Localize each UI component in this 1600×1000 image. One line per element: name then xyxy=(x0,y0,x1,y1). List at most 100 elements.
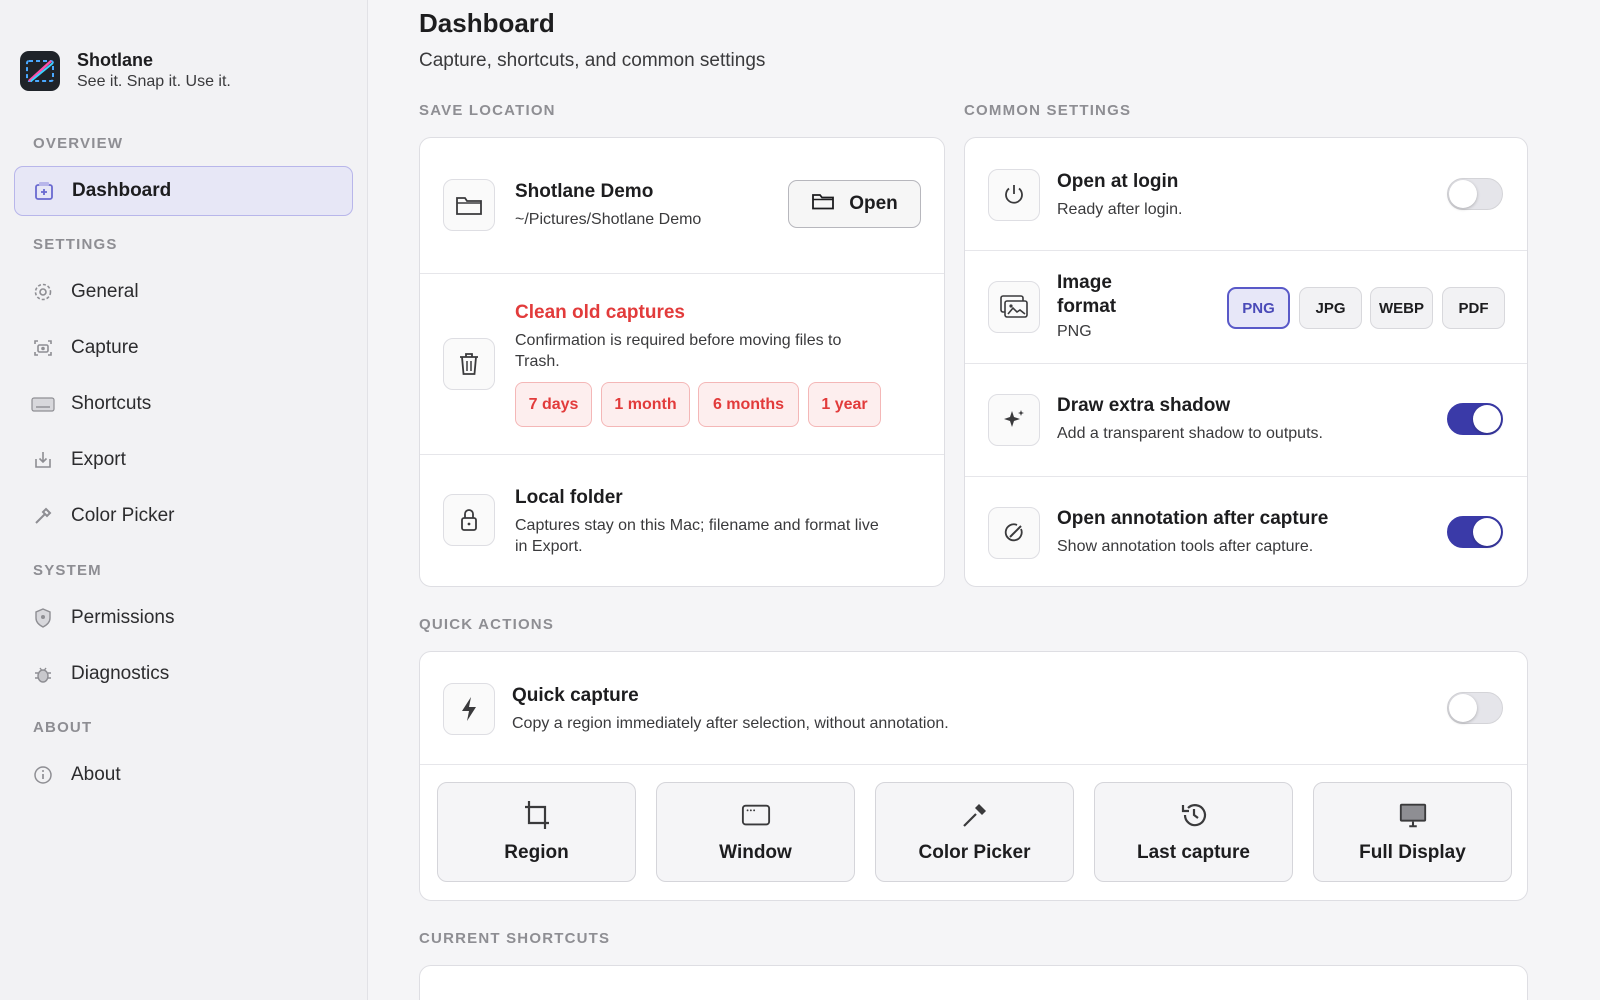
local-folder-desc: Captures stay on this Mac; filename and … xyxy=(515,517,879,555)
clean-captures-desc: Confirmation is required before moving f… xyxy=(515,332,842,370)
window-icon xyxy=(741,800,771,830)
page-title: Dashboard xyxy=(419,8,555,38)
shadow-toggle[interactable] xyxy=(1447,403,1503,435)
folder-icon xyxy=(811,191,835,217)
local-folder-title: Local folder xyxy=(515,487,623,508)
sidebar-item-permissions[interactable]: Permissions xyxy=(14,593,353,643)
sidebar-item-label: Shortcuts xyxy=(71,393,152,414)
page-subtitle: Capture, shortcuts, and common settings xyxy=(419,50,766,71)
shadow-title: Draw extra shadow xyxy=(1057,395,1231,416)
shield-icon xyxy=(31,606,55,630)
open-at-login-title: Open at login xyxy=(1057,171,1179,192)
image-format-value: PNG xyxy=(1057,323,1092,340)
sparkle-icon xyxy=(988,394,1040,446)
save-location-label: SAVE LOCATION xyxy=(419,102,556,119)
format-jpg-button[interactable]: JPG xyxy=(1299,287,1362,329)
clean-6-months-button[interactable]: 6 months xyxy=(698,382,799,427)
sidebar-item-label: Dashboard xyxy=(72,180,172,201)
open-at-login-row: Open at login Ready after login. xyxy=(965,138,1527,250)
quick-capture-row: Quick capture Copy a region immediately … xyxy=(420,652,1527,764)
keyboard-icon xyxy=(31,392,55,416)
export-icon xyxy=(31,448,55,472)
shadow-desc: Add a transparent shadow to outputs. xyxy=(1057,425,1323,442)
quick-actions-card: Quick capture Copy a region immediately … xyxy=(419,651,1528,901)
sidebar-item-capture[interactable]: Capture xyxy=(14,323,353,373)
action-color-picker-button[interactable]: Color Picker xyxy=(875,782,1074,882)
action-label: Full Display xyxy=(1359,842,1466,863)
quick-capture-toggle[interactable] xyxy=(1447,692,1503,724)
clean-7-days-button[interactable]: 7 days xyxy=(515,382,592,427)
open-button-label: Open xyxy=(849,193,898,214)
format-pdf-button[interactable]: PDF xyxy=(1442,287,1505,329)
common-settings-card: Open at login Ready after login. Image f… xyxy=(964,137,1528,587)
sidebar-item-label: Export xyxy=(71,449,126,470)
action-label: Color Picker xyxy=(918,842,1031,863)
sidebar-item-export[interactable]: Export xyxy=(14,435,353,485)
clean-1-month-button[interactable]: 1 month xyxy=(601,382,690,427)
sidebar-item-label: General xyxy=(71,281,139,302)
action-region-button[interactable]: Region xyxy=(437,782,636,882)
info-icon xyxy=(31,763,55,787)
sidebar-item-label: Color Picker xyxy=(71,505,175,526)
history-icon xyxy=(1179,800,1209,830)
sidebar-item-diagnostics[interactable]: Diagnostics xyxy=(14,649,353,699)
eyedropper-icon xyxy=(31,504,55,528)
current-shortcuts-card xyxy=(419,965,1528,1000)
open-folder-button[interactable]: Open xyxy=(788,180,921,228)
sidebar-item-label: Capture xyxy=(71,337,139,358)
shadow-row: Draw extra shadow Add a transparent shad… xyxy=(965,364,1527,476)
sidebar-item-general[interactable]: General xyxy=(14,267,353,317)
app-tagline: See it. Snap it. Use it. xyxy=(77,73,231,90)
current-shortcuts-label: CURRENT SHORTCUTS xyxy=(419,930,611,947)
annotation-row: Open annotation after capture Show annot… xyxy=(965,477,1527,586)
clean-captures-row: Clean old captures Confirmation is requi… xyxy=(420,274,944,454)
sidebar-item-shortcuts[interactable]: Shortcuts xyxy=(14,379,353,429)
nav-section-about: ABOUT xyxy=(33,719,93,736)
clean-captures-title: Clean old captures xyxy=(515,302,685,323)
annotation-toggle[interactable] xyxy=(1447,516,1503,548)
lock-icon xyxy=(443,494,495,546)
sidebar-item-label: Permissions xyxy=(71,607,175,628)
save-folder-path: ~/Pictures/Shotlane Demo xyxy=(515,211,702,228)
sidebar: Shotlane See it. Snap it. Use it. OVERVI… xyxy=(0,0,368,1000)
action-label: Window xyxy=(719,842,792,863)
sidebar-item-label: About xyxy=(71,764,121,785)
images-icon xyxy=(988,281,1040,333)
bug-icon xyxy=(31,662,55,686)
camera-icon xyxy=(31,336,55,360)
image-format-row: Image format PNG PNG JPG WEBP PDF xyxy=(965,251,1527,363)
brand: Shotlane See it. Snap it. Use it. xyxy=(20,49,231,93)
app-logo-icon xyxy=(20,51,60,91)
nav-section-settings: SETTINGS xyxy=(33,236,118,253)
open-at-login-desc: Ready after login. xyxy=(1057,201,1183,218)
image-format-title: Image format xyxy=(1057,272,1117,317)
common-settings-label: COMMON SETTINGS xyxy=(964,102,1132,119)
open-at-login-toggle[interactable] xyxy=(1447,178,1503,210)
divider xyxy=(420,764,1527,765)
sidebar-item-about[interactable]: About xyxy=(14,750,353,800)
annotation-desc: Show annotation tools after capture. xyxy=(1057,538,1314,555)
action-label: Region xyxy=(504,842,569,863)
format-webp-button[interactable]: WEBP xyxy=(1370,287,1433,329)
format-png-button[interactable]: PNG xyxy=(1227,287,1290,329)
trash-icon xyxy=(443,338,495,390)
quick-actions-label: QUICK ACTIONS xyxy=(419,616,555,633)
save-folder-name: Shotlane Demo xyxy=(515,181,654,202)
gear-icon xyxy=(31,280,55,304)
power-icon xyxy=(988,169,1040,221)
quick-capture-title: Quick capture xyxy=(512,685,639,706)
local-folder-row: Local folder Captures stay on this Mac; … xyxy=(420,455,944,586)
nav-section-system: SYSTEM xyxy=(33,562,102,579)
action-window-button[interactable]: Window xyxy=(656,782,855,882)
action-label: Last capture xyxy=(1137,842,1250,863)
clean-1-year-button[interactable]: 1 year xyxy=(808,382,881,427)
nav-section-overview: OVERVIEW xyxy=(33,135,124,152)
main-content: Dashboard Capture, shortcuts, and common… xyxy=(368,0,1600,1000)
sidebar-item-dashboard[interactable]: Dashboard xyxy=(14,166,353,216)
action-full-display-button[interactable]: Full Display xyxy=(1313,782,1512,882)
quick-capture-desc: Copy a region immediately after selectio… xyxy=(512,715,949,732)
sidebar-item-label: Diagnostics xyxy=(71,663,170,684)
sidebar-item-color-picker[interactable]: Color Picker xyxy=(14,491,353,541)
save-folder-row: Shotlane Demo ~/Pictures/Shotlane Demo O… xyxy=(420,138,944,273)
action-last-capture-button[interactable]: Last capture xyxy=(1094,782,1293,882)
